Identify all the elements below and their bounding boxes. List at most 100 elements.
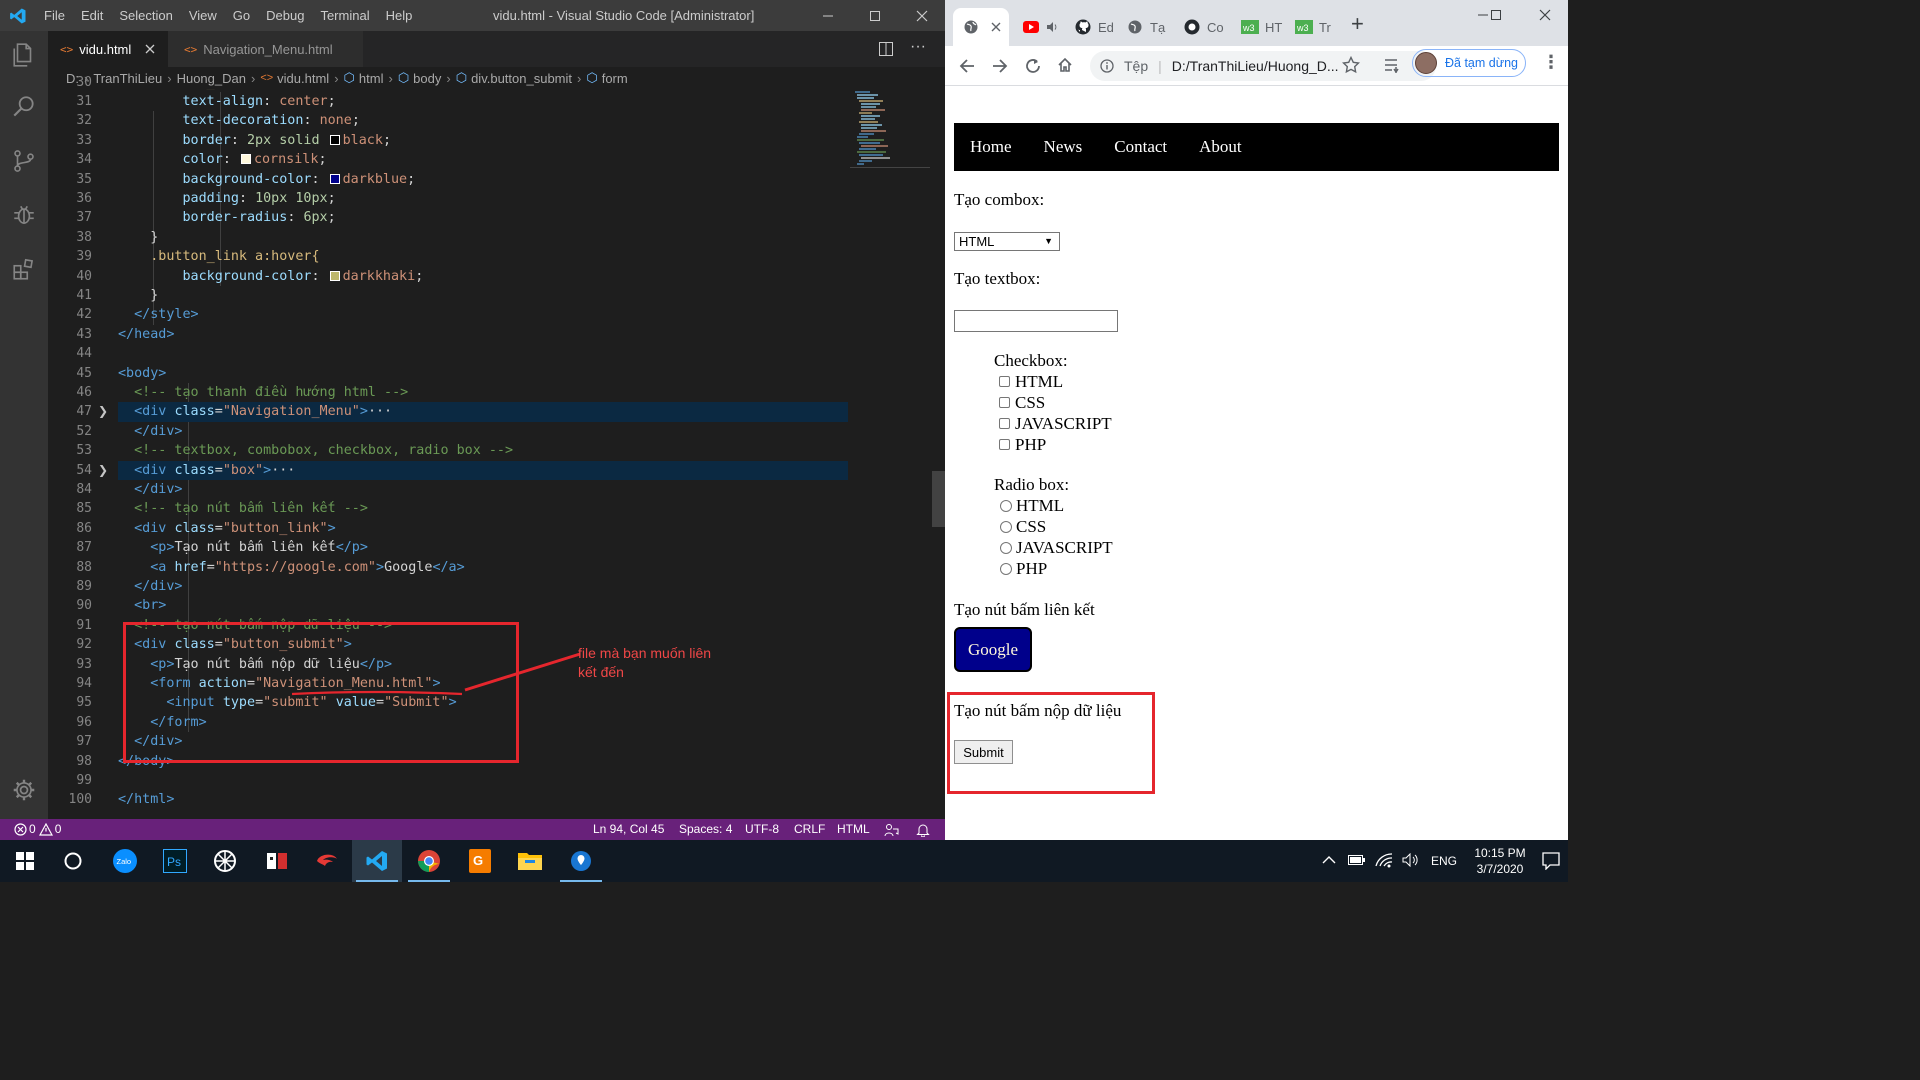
menu-selection[interactable]: Selection xyxy=(111,8,180,23)
taskbar-foxit[interactable]: G xyxy=(455,840,505,882)
menu-file[interactable]: File xyxy=(36,8,73,23)
taskbar-maps[interactable] xyxy=(556,840,606,882)
feedback-icon[interactable] xyxy=(884,823,899,837)
extensions-button[interactable] xyxy=(0,245,48,293)
menu-go[interactable]: Go xyxy=(225,8,258,23)
color-swatch[interactable] xyxy=(240,154,251,165)
text-input[interactable] xyxy=(954,310,1118,332)
more-actions-icon[interactable]: ··· xyxy=(910,38,926,56)
encoding[interactable]: UTF-8 xyxy=(745,822,779,836)
debug-button[interactable] xyxy=(0,191,48,239)
indentation[interactable]: Spaces: 4 xyxy=(679,822,732,836)
search-button[interactable] xyxy=(0,83,48,131)
menu-view[interactable]: View xyxy=(181,8,225,23)
tab-vidu-html[interactable]: <> vidu.html xyxy=(48,31,168,67)
back-arrow-icon[interactable] xyxy=(959,58,975,74)
tab-navigation-menu-html[interactable]: <> Navigation_Menu.html xyxy=(168,31,363,67)
browser-tab-github[interactable]: Ed xyxy=(1069,8,1119,46)
close-tab-icon[interactable] xyxy=(991,22,1001,32)
battery-icon[interactable] xyxy=(1348,854,1366,866)
browser-tab[interactable]: Tạ xyxy=(1121,8,1173,46)
reading-list-icon[interactable] xyxy=(1384,57,1402,73)
new-tab-icon[interactable]: + xyxy=(1351,13,1364,35)
menu-terminal[interactable]: Terminal xyxy=(312,8,377,23)
bell-icon[interactable] xyxy=(916,823,930,837)
taskbar-chrome[interactable] xyxy=(404,840,454,882)
menu-debug[interactable]: Debug xyxy=(258,8,312,23)
breadcrumb-item[interactable]: body xyxy=(413,71,441,86)
color-swatch[interactable] xyxy=(329,173,340,184)
split-editor-icon[interactable] xyxy=(879,42,893,56)
chrome-close-button[interactable] xyxy=(1539,8,1551,26)
nav-link-news[interactable]: News xyxy=(1044,137,1083,157)
start-button[interactable] xyxy=(0,840,50,882)
notifications-icon[interactable] xyxy=(1542,852,1560,870)
color-swatch[interactable] xyxy=(329,270,340,281)
radio-php[interactable] xyxy=(1000,563,1012,575)
chrome-maximize-button[interactable] xyxy=(1490,8,1502,26)
problems-indicator[interactable]: 0 0 xyxy=(14,822,61,836)
browser-tab-active[interactable] xyxy=(953,8,1009,46)
taskbar-app[interactable] xyxy=(200,840,250,882)
home-icon[interactable] xyxy=(1057,57,1073,73)
radio-css[interactable] xyxy=(1000,521,1012,533)
breadcrumb-item[interactable]: form xyxy=(602,71,628,86)
line-ending[interactable]: CRLF xyxy=(794,822,825,836)
taskbar-zalo[interactable]: Zalo xyxy=(100,840,150,882)
minimap[interactable] xyxy=(850,89,930,189)
language-mode[interactable]: HTML xyxy=(837,822,870,836)
taskbar-photoshop[interactable]: Ps xyxy=(150,840,200,882)
menu-help[interactable]: Help xyxy=(378,8,421,23)
cursor-position[interactable]: Ln 94, Col 45 xyxy=(593,822,664,836)
kebab-menu-icon[interactable]: ⋮ xyxy=(1542,53,1560,71)
close-window-button[interactable] xyxy=(899,0,945,31)
checkbox-html[interactable] xyxy=(999,376,1010,387)
color-swatch[interactable] xyxy=(329,134,340,145)
browser-tab[interactable]: w3 HT xyxy=(1235,8,1287,46)
profile-button[interactable]: Đã tạm dừng xyxy=(1412,49,1526,77)
browser-tab[interactable]: w3 Tr xyxy=(1289,8,1339,46)
source-control-button[interactable] xyxy=(0,137,48,185)
breadcrumb-item[interactable]: Huong_Dan xyxy=(177,71,246,86)
minimize-button[interactable] xyxy=(805,0,851,31)
taskbar-vscode[interactable] xyxy=(352,840,402,882)
breadcrumb-item[interactable]: TranThiLieu xyxy=(93,71,162,86)
clock[interactable]: 10:15 PM 3/7/2020 xyxy=(1470,845,1530,877)
combobox-select[interactable]: HTML ▼ xyxy=(954,232,1060,251)
nav-link-about[interactable]: About xyxy=(1199,137,1242,157)
checkbox-css[interactable] xyxy=(999,397,1010,408)
wifi-icon[interactable] xyxy=(1375,852,1393,868)
chrome-minimize-button[interactable] xyxy=(1477,8,1489,26)
google-link-button[interactable]: Google xyxy=(954,627,1032,672)
checkbox-javascript[interactable] xyxy=(999,418,1010,429)
breadcrumb-item[interactable]: vidu.html xyxy=(277,71,329,86)
info-icon[interactable] xyxy=(1100,59,1114,73)
taskbar-file-explorer[interactable] xyxy=(505,840,555,882)
explorer-button[interactable] xyxy=(0,31,48,79)
input-language[interactable]: ENG xyxy=(1431,854,1457,868)
taskbar-app[interactable] xyxy=(252,840,302,882)
scrollbar-thumb[interactable] xyxy=(932,471,945,527)
close-tab-icon[interactable] xyxy=(145,44,155,54)
star-icon[interactable] xyxy=(1342,56,1360,74)
forward-arrow-icon[interactable] xyxy=(992,58,1008,74)
settings-button[interactable] xyxy=(0,766,48,814)
browser-tab-github[interactable]: Co xyxy=(1178,8,1230,46)
checkbox-php[interactable] xyxy=(999,439,1010,450)
nav-link-home[interactable]: Home xyxy=(970,137,1012,157)
cortana-button[interactable] xyxy=(48,840,98,882)
breadcrumb-item[interactable]: div.button_submit xyxy=(471,71,572,86)
fold-chevron-icon[interactable]: ❯ xyxy=(98,402,108,421)
radio-html[interactable] xyxy=(1000,500,1012,512)
nav-link-contact[interactable]: Contact xyxy=(1114,137,1167,157)
breadcrumb-item[interactable]: html xyxy=(359,71,384,86)
reload-icon[interactable] xyxy=(1025,58,1041,74)
browser-tab-youtube[interactable] xyxy=(1017,8,1065,46)
maximize-button[interactable] xyxy=(852,0,898,31)
menu-edit[interactable]: Edit xyxy=(73,8,111,23)
editor-scrollbar[interactable] xyxy=(932,89,945,819)
taskbar-app[interactable] xyxy=(302,840,352,882)
chevron-up-icon[interactable] xyxy=(1322,854,1336,866)
fold-chevron-icon[interactable]: ❯ xyxy=(98,461,108,480)
volume-icon[interactable] xyxy=(1402,853,1420,867)
